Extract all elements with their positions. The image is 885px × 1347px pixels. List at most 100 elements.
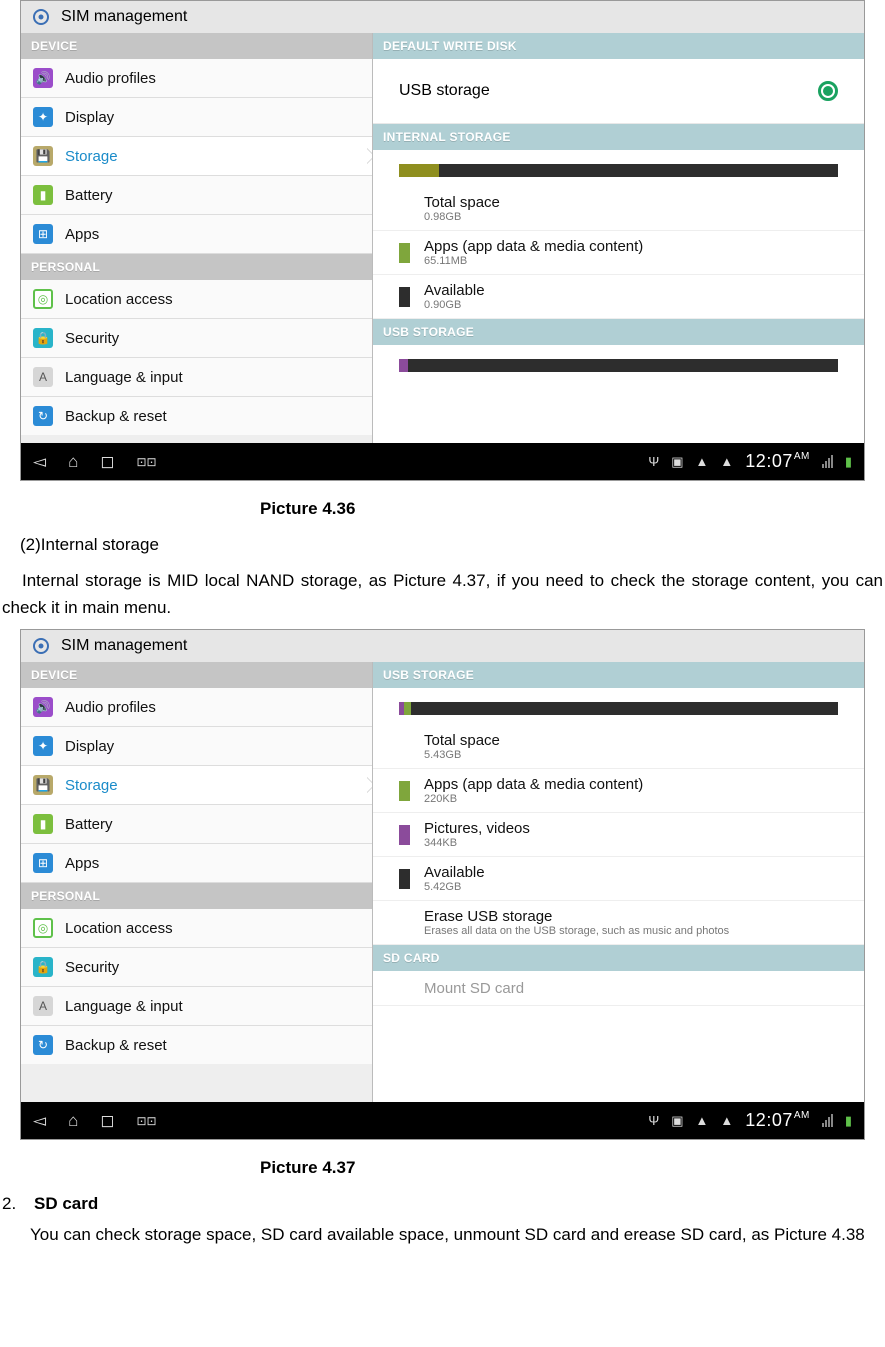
sidebar-item-storage[interactable]: 💾 Storage <box>21 137 372 176</box>
battery-icon: ▮ <box>845 455 852 468</box>
sidebar-item-label: Backup & reset <box>65 1037 167 1054</box>
sidebar-item-label: Storage <box>65 148 118 165</box>
status-time: 12:07AM <box>745 1110 810 1131</box>
battery-icon: ▮ <box>33 814 53 834</box>
section-sd-card: SD CARD <box>373 945 864 971</box>
bar-segment-free <box>439 164 838 177</box>
chip-icon <box>399 869 410 889</box>
storage-usage-bar <box>373 150 864 187</box>
audio-icon: 🔊 <box>33 697 53 717</box>
option-label: USB storage <box>399 82 490 100</box>
sidebar-item-apps[interactable]: ⊞ Apps <box>21 844 372 883</box>
sidebar-item-label: Battery <box>65 816 113 833</box>
sidebar-item-battery[interactable]: ▮ Battery <box>21 176 372 215</box>
sidebar-item-label: Display <box>65 109 114 126</box>
window-titlebar: SIM management <box>21 630 864 662</box>
home-icon[interactable]: ⌂ <box>68 453 78 470</box>
settings-gear-icon <box>31 7 51 27</box>
action-mount-sd-card[interactable]: Mount SD card <box>373 971 864 1006</box>
stat-available[interactable]: Available5.42GB <box>373 857 864 901</box>
display-icon: ✦ <box>33 107 53 127</box>
back-icon[interactable]: ◅ <box>33 1112 46 1129</box>
window-titlebar: SIM management <box>21 1 864 33</box>
sidebar-item-battery[interactable]: ▮ Battery <box>21 805 372 844</box>
audio-icon: 🔊 <box>33 68 53 88</box>
settings-gear-icon <box>31 636 51 656</box>
system-navbar: ◅ ⌂ ◻ ⊡⊡ Ψ ▣ ▲ ▲ 12:07AM ▮ <box>21 443 864 480</box>
stat-apps[interactable]: Apps (app data & media content)220KB <box>373 769 864 813</box>
stat-apps[interactable]: Apps (app data & media content)65.11MB <box>373 231 864 275</box>
apps-icon: ⊞ <box>33 853 53 873</box>
sidebar-item-storage[interactable]: 💾 Storage <box>21 766 372 805</box>
sidebar-item-apps[interactable]: ⊞ Apps <box>21 215 372 254</box>
sidebar-item-label: Audio profiles <box>65 699 156 716</box>
sidebar-item-label: Apps <box>65 855 99 872</box>
recent-apps-icon[interactable]: ◻ <box>100 453 114 470</box>
bar-segment <box>411 702 838 715</box>
reset-icon: ↻ <box>33 1035 53 1055</box>
action-erase-usb-storage[interactable]: Erase USB storageErases all data on the … <box>373 901 864 945</box>
sidebar-item-backup-reset[interactable]: ↻ Backup & reset <box>21 1026 372 1064</box>
screenshot-storage-2: SIM management DEVICE 🔊 Audio profiles ✦… <box>20 629 865 1140</box>
reset-icon: ↻ <box>33 406 53 426</box>
storage-icon: 💾 <box>33 146 53 166</box>
section-usb-storage: USB STORAGE <box>373 319 864 345</box>
sidebar: DEVICE 🔊 Audio profiles ✦ Display 💾 Stor… <box>21 33 373 443</box>
image-icon: ▣ <box>671 1114 683 1127</box>
stat-pictures-videos[interactable]: Pictures, videos344KB <box>373 813 864 857</box>
chip-icon <box>399 287 410 307</box>
language-icon: A <box>33 367 53 387</box>
sidebar-header-personal: PERSONAL <box>21 254 372 280</box>
chip-icon <box>399 781 410 801</box>
battery-icon: ▮ <box>845 1114 852 1127</box>
sidebar-item-label: Apps <box>65 226 99 243</box>
radio-selected-icon[interactable] <box>818 81 838 101</box>
sidebar-item-security[interactable]: 🔒 Security <box>21 948 372 987</box>
sidebar-item-label: Security <box>65 330 119 347</box>
bar-segment-used <box>399 164 439 177</box>
stat-total-space[interactable]: Total space0.98GB <box>373 187 864 231</box>
signal-icon <box>822 455 833 468</box>
status-time: 12:07AM <box>745 451 810 472</box>
sidebar-item-location-access[interactable]: ◎ Location access <box>21 280 372 319</box>
screenshot-icon[interactable]: ⊡⊡ <box>136 1115 156 1127</box>
option-usb-storage[interactable]: USB storage <box>373 59 864 124</box>
stat-available[interactable]: Available0.90GB <box>373 275 864 319</box>
stat-total-space[interactable]: Total space5.43GB <box>373 725 864 769</box>
screenshot-icon[interactable]: ⊡⊡ <box>136 456 156 468</box>
section-usb-storage: USB STORAGE <box>373 662 864 688</box>
sidebar-item-label: Storage <box>65 777 118 794</box>
sidebar-item-security[interactable]: 🔒 Security <box>21 319 372 358</box>
figure-caption: Picture 4.36 <box>0 481 885 531</box>
language-icon: A <box>33 996 53 1016</box>
figure-caption: Picture 4.37 <box>0 1140 885 1190</box>
sidebar-item-label: Location access <box>65 920 173 937</box>
bar-segment <box>404 702 411 715</box>
location-icon: ◎ <box>33 918 53 938</box>
sidebar: DEVICE 🔊 Audio profiles ✦ Display 💾 Stor… <box>21 662 373 1102</box>
sidebar-item-audio-profiles[interactable]: 🔊 Audio profiles <box>21 59 372 98</box>
sidebar-header-personal: PERSONAL <box>21 883 372 909</box>
window-title: SIM management <box>61 637 187 655</box>
storage-usage-bar <box>373 688 864 725</box>
system-navbar: ◅ ⌂ ◻ ⊡⊡ Ψ ▣ ▲ ▲ 12:07AM ▮ <box>21 1102 864 1139</box>
sidebar-item-label: Security <box>65 959 119 976</box>
usb-icon: Ψ <box>648 455 659 468</box>
numbered-heading: 2. SD card <box>0 1190 885 1214</box>
sidebar-item-audio-profiles[interactable]: 🔊 Audio profiles <box>21 688 372 727</box>
lock-icon: 🔒 <box>33 957 53 977</box>
sidebar-item-language-input[interactable]: A Language & input <box>21 987 372 1026</box>
bar-segment-free <box>408 359 838 372</box>
sidebar-item-display[interactable]: ✦ Display <box>21 98 372 137</box>
sidebar-item-language-input[interactable]: A Language & input <box>21 358 372 397</box>
body-paragraph: Internal storage is MID local NAND stora… <box>0 563 885 629</box>
display-icon: ✦ <box>33 736 53 756</box>
sidebar-item-display[interactable]: ✦ Display <box>21 727 372 766</box>
back-icon[interactable]: ◅ <box>33 453 46 470</box>
signal-icon <box>822 1114 833 1127</box>
home-icon[interactable]: ⌂ <box>68 1112 78 1129</box>
warning-icon: ▲ <box>696 455 709 468</box>
sidebar-item-location-access[interactable]: ◎ Location access <box>21 909 372 948</box>
sidebar-item-backup-reset[interactable]: ↻ Backup & reset <box>21 397 372 435</box>
recent-apps-icon[interactable]: ◻ <box>100 1112 114 1129</box>
